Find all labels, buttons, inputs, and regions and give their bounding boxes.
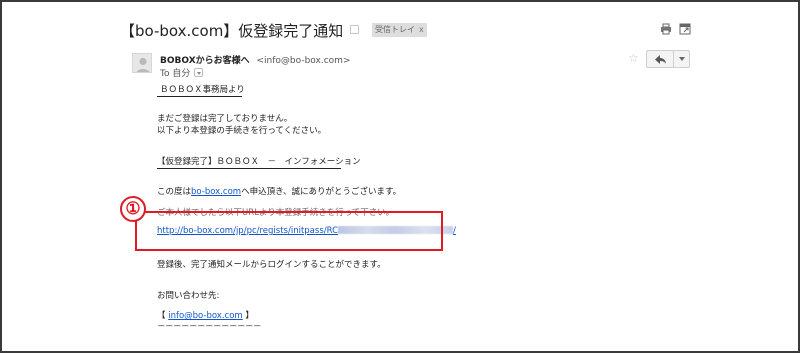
office-line: ＢＯＢＯＸ事務局より: [160, 85, 245, 95]
more-actions-button[interactable]: [674, 50, 690, 68]
recipient-label: To 自分: [160, 69, 191, 79]
recipient-row: To 自分: [160, 66, 204, 79]
thanks-line: この度はbo-box.comへ申込頂き、誠にありがとうございます。: [157, 185, 401, 197]
section-underline: [157, 168, 341, 169]
inbox-label-text: 受信トレイ: [375, 25, 415, 34]
star-icon[interactable]: ☆: [628, 51, 639, 65]
thanks-prefix: この度は: [157, 187, 192, 197]
sender-name: BOBOXからお客様へ: [160, 56, 250, 66]
sender-avatar: [132, 53, 152, 73]
reply-button-group: [646, 50, 690, 68]
print-icon[interactable]: [660, 23, 672, 35]
registration-url-link[interactable]: http://bo-box.com/jp/pc/regists/initpass…: [157, 226, 338, 236]
remove-label-icon[interactable]: x: [419, 23, 424, 37]
incomplete-line-2: 以下より本登録の手続きを行ってください。: [157, 126, 327, 136]
registration-url-line: http://bo-box.com/jp/pc/regists/initpass…: [157, 226, 456, 236]
section-title: 【仮登録完了】ＢＯＢＯＸ － インフォメーション: [157, 157, 361, 167]
after-register-line: 登録後、完了通知メールからログインすることができます。: [157, 260, 386, 270]
show-details-icon[interactable]: [194, 68, 204, 77]
reply-button[interactable]: [646, 50, 674, 68]
redacted-token: [338, 226, 454, 234]
site-link[interactable]: bo-box.com: [191, 187, 241, 197]
new-window-icon[interactable]: [679, 23, 691, 35]
importance-marker-icon[interactable]: [350, 25, 359, 34]
callout-number-badge: ①: [120, 196, 146, 222]
instruction-line: ご本人様でしたら以下URLより本登録手続きを行って下さい。: [157, 208, 395, 218]
office-underline: [157, 96, 242, 97]
thanks-suffix: へ申込頂き、誠にありがとうございます。: [241, 187, 402, 197]
top-icons: [660, 23, 691, 35]
inbox-label-chip[interactable]: 受信トレイ x: [372, 23, 427, 37]
contact-label: お問い合わせ先:: [157, 291, 220, 301]
incomplete-line-1: まだご登録は完了しておりません。: [157, 114, 293, 124]
dashes-line: －－－－－－－－－－－－－: [157, 322, 262, 332]
sender-email: <info@bo-box.com>: [256, 56, 351, 66]
reply-icon: [654, 54, 666, 64]
email-subject: 【bo-box.com】仮登録完了通知: [120, 22, 344, 40]
registration-url-suffix[interactable]: /: [453, 226, 456, 236]
chevron-down-icon: [678, 57, 685, 61]
sender-row: BOBOXからお客様へ <info@bo-box.com>: [160, 53, 350, 66]
